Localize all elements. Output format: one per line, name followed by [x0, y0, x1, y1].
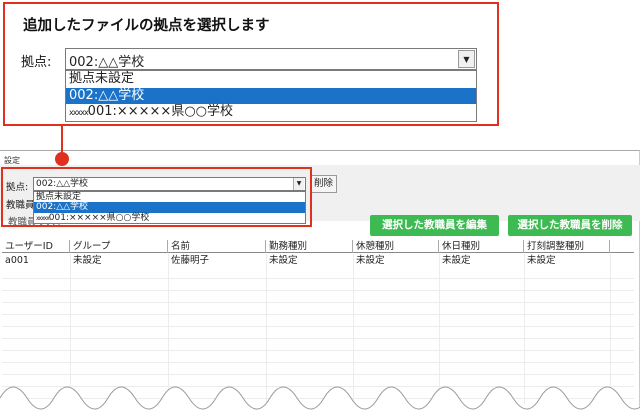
cell-clock-adjust-type: 未設定	[527, 255, 556, 266]
cell-work-type: 未設定	[269, 255, 298, 266]
highlight-frame	[1, 167, 312, 227]
delete-staff-button[interactable]: 選択した教職員を削除	[508, 215, 632, 236]
cell-name: 佐藤明子	[171, 255, 210, 266]
callout-location-select[interactable]: 002:△△学校 ▼	[65, 48, 477, 70]
cell-user-id: a001	[5, 255, 29, 266]
callout-box: 追加したファイルの拠点を選択します 拠点: 002:△△学校 ▼ 拠点未設定 0…	[3, 2, 499, 126]
callout-select-value: 002:△△学校	[69, 55, 145, 70]
column-header[interactable]: 休憩種別	[353, 240, 439, 253]
edit-staff-button[interactable]: 選択した教職員を編集	[370, 215, 499, 236]
callout-dot	[55, 152, 69, 166]
torn-edge	[0, 386, 640, 412]
callout-option-selected[interactable]: 002:△△学校	[66, 87, 476, 104]
column-header[interactable]: 休日種別	[439, 240, 524, 253]
grid-header: ユーザーID グループ 名前 勤務種別 休憩種別 休日種別 打刻調整種別	[2, 240, 634, 253]
callout-option[interactable]: 拠点未設定	[66, 71, 476, 88]
callout-dropdown-list[interactable]: 拠点未設定 002:△△学校 xxxxx001:×××××県○○学校	[65, 70, 477, 122]
cell-holiday-type: 未設定	[442, 255, 471, 266]
callout-location-label: 拠点:	[21, 55, 52, 70]
column-header[interactable]: 勤務種別	[266, 240, 353, 253]
column-header[interactable]: ユーザーID	[2, 240, 70, 253]
column-header[interactable]: 打刻調整種別	[524, 240, 610, 253]
callout-title: 追加したファイルの拠点を選択します	[23, 18, 270, 34]
callout-option[interactable]: xxxxx001:×××××県○○学校	[66, 104, 476, 121]
delete-location-button[interactable]: 削除	[310, 175, 337, 193]
chevron-down-icon[interactable]: ▼	[458, 50, 475, 68]
column-header[interactable]: グループ	[70, 240, 168, 253]
cell-group: 未設定	[73, 255, 102, 266]
table-row[interactable]: a001 未設定 佐藤明子 未設定 未設定 未設定 未設定	[2, 254, 634, 267]
column-header[interactable]: 名前	[168, 240, 266, 253]
cell-break-type: 未設定	[356, 255, 385, 266]
